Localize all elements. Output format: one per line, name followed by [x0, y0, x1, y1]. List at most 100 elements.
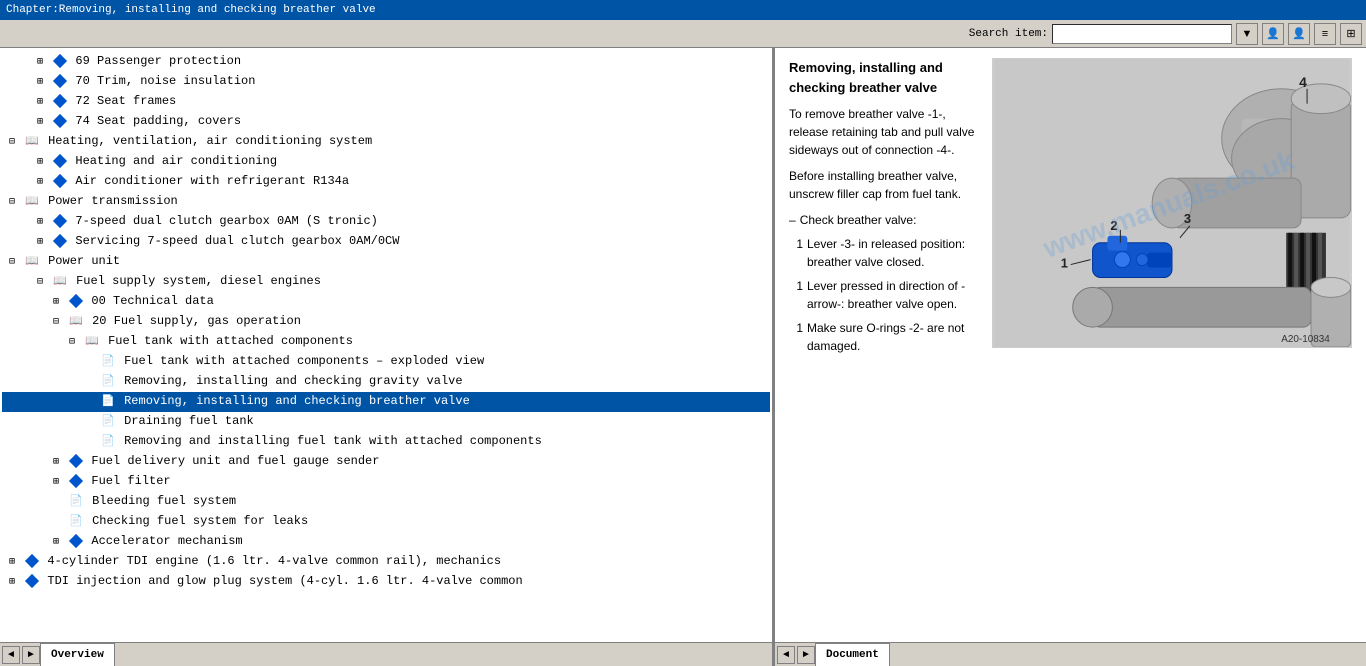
tree-item-draining[interactable]: 📄 Draining fuel tank: [2, 412, 770, 432]
expander-fuelsupply[interactable]: ⊟: [34, 274, 46, 292]
step-text-1: Lever -3- in released position: breather…: [807, 235, 982, 271]
toolbar-user-btn1[interactable]: 👤: [1262, 23, 1284, 45]
expander-accelerator[interactable]: ⊞: [50, 534, 62, 552]
doc-icon-remove-tank: 📄: [101, 433, 115, 451]
tree-label-69: 69 Passenger protection: [75, 54, 241, 68]
expander-filter[interactable]: ⊞: [50, 474, 62, 492]
expander-powerunit[interactable]: ⊟: [6, 254, 18, 272]
tree-label-draining: Draining fuel tank: [124, 414, 254, 428]
expander-delivery[interactable]: ⊞: [50, 454, 62, 472]
overview-tab[interactable]: Overview: [40, 643, 115, 666]
expander-4cyl[interactable]: ⊞: [6, 554, 18, 572]
tree-item-breather[interactable]: 📄 Removing, installing and checking brea…: [2, 392, 770, 412]
tree-item-heating[interactable]: ⊞ Heating and air conditioning: [2, 152, 770, 172]
tree-item-aircon[interactable]: ⊞ Air conditioner with refrigerant R134a: [2, 172, 770, 192]
doc-icon-gravity: 📄: [101, 373, 115, 391]
tree-label-4cyl: 4-cylinder TDI engine (1.6 ltr. 4-valve …: [47, 554, 501, 568]
tree-item-filter[interactable]: ⊞ Fuel filter: [2, 472, 770, 492]
tree-label-fueltank-group: Fuel tank with attached components: [108, 334, 353, 348]
toolbar-menu-btn1[interactable]: ≡: [1314, 23, 1336, 45]
tree-label-fuelsupply: Fuel supply system, diesel engines: [76, 274, 321, 288]
tree-label-breather: Removing, installing and checking breath…: [124, 394, 470, 408]
tree-label-72: 72 Seat frames: [75, 94, 176, 108]
toolbar: Search item: ▼ 👤 👤 ≡ ⊞: [0, 20, 1366, 48]
tree-item-gravity[interactable]: 📄 Removing, installing and checking grav…: [2, 372, 770, 392]
expander-hvac[interactable]: ⊟: [6, 134, 18, 152]
nav-right-btn[interactable]: ►: [22, 646, 40, 664]
nav-doc-right-btn[interactable]: ►: [797, 646, 815, 664]
tree-item-delivery[interactable]: ⊞ Fuel delivery unit and fuel gauge send…: [2, 452, 770, 472]
tree-label-gravity: Removing, installing and checking gravit…: [124, 374, 462, 388]
tree-label-remove-tank: Removing and installing fuel tank with a…: [124, 434, 542, 448]
expander-gearbox2[interactable]: ⊞: [34, 234, 46, 252]
tree-item-74[interactable]: ⊞ 74 Seat padding, covers: [2, 112, 770, 132]
tree-label-checking: Checking fuel system for leaks: [92, 514, 308, 528]
tree-item-fueltank-group[interactable]: ⊟ 📖 Fuel tank with attached components: [2, 332, 770, 352]
expander-tdi[interactable]: ⊞: [6, 574, 18, 592]
expander-powertrans[interactable]: ⊟: [6, 194, 18, 212]
tree-item-fuel20[interactable]: ⊟ 📖 20 Fuel supply, gas operation: [2, 312, 770, 332]
tree-container[interactable]: ⊞ 69 Passenger protection ⊞ 70 Trim, noi…: [0, 48, 772, 642]
tree-item-hvac[interactable]: ⊟ 📖 Heating, ventilation, air conditioni…: [2, 132, 770, 152]
expander-74[interactable]: ⊞: [34, 114, 46, 132]
tree-label-filter: Fuel filter: [91, 474, 170, 488]
tree-item-powerunit[interactable]: ⊟ 📖 Power unit: [2, 252, 770, 272]
tree-label-delivery: Fuel delivery unit and fuel gauge sender: [91, 454, 379, 468]
tree-item-techdata[interactable]: ⊞ 00 Technical data: [2, 292, 770, 312]
expander-bleeding: [50, 494, 62, 512]
tree-item-remove-tank[interactable]: 📄 Removing and installing fuel tank with…: [2, 432, 770, 452]
diamond-icon-aircon: [53, 174, 67, 188]
expander-techdata[interactable]: ⊞: [50, 294, 62, 312]
expander-heating[interactable]: ⊞: [34, 154, 46, 172]
svg-text:4: 4: [1299, 74, 1307, 90]
tree-item-gearbox2[interactable]: ⊞ Servicing 7-speed dual clutch gearbox …: [2, 232, 770, 252]
doc-step-3: 1 Make sure O-rings -2- are not damaged.: [789, 319, 982, 355]
book-icon-fuel20: 📖: [69, 313, 83, 331]
expander-70[interactable]: ⊞: [34, 74, 46, 92]
expander-fuel20[interactable]: ⊟: [50, 314, 62, 332]
doc-icon-bleeding: 📄: [69, 493, 83, 511]
toolbar-menu-btn2[interactable]: ⊞: [1340, 23, 1362, 45]
tree-item-exploded[interactable]: 📄 Fuel tank with attached components – e…: [2, 352, 770, 372]
tree-item-72[interactable]: ⊞ 72 Seat frames: [2, 92, 770, 112]
expander-breather: [82, 394, 94, 412]
tree-item-powertrans[interactable]: ⊟ 📖 Power transmission: [2, 192, 770, 212]
diamond-icon-69: [53, 54, 67, 68]
doc-icon-draining: 📄: [101, 413, 115, 431]
toolbar-dropdown-btn[interactable]: ▼: [1236, 23, 1258, 45]
diamond-icon-tdi: [25, 574, 39, 588]
tree-item-checking[interactable]: 📄 Checking fuel system for leaks: [2, 512, 770, 532]
tree-item-69[interactable]: ⊞ 69 Passenger protection: [2, 52, 770, 72]
tree-label-bleeding: Bleeding fuel system: [92, 494, 236, 508]
diamond-icon-70: [53, 74, 67, 88]
tree-item-bleeding[interactable]: 📄 Bleeding fuel system: [2, 492, 770, 512]
tree-item-accelerator[interactable]: ⊞ Accelerator mechanism: [2, 532, 770, 552]
tree-item-fuelsupply[interactable]: ⊟ 📖 Fuel supply system, diesel engines: [2, 272, 770, 292]
tree-label-techdata: 00 Technical data: [91, 294, 213, 308]
tree-item-tdi[interactable]: ⊞ TDI injection and glow plug system (4-…: [2, 572, 770, 592]
book-icon-powertrans: 📖: [25, 193, 39, 211]
doc-title: Removing, installing andchecking breathe…: [789, 58, 982, 97]
doc-para-before: Before installing breather valve, unscre…: [789, 167, 982, 203]
expander-69[interactable]: ⊞: [34, 54, 46, 72]
search-input[interactable]: [1052, 24, 1232, 44]
expander-aircon[interactable]: ⊞: [34, 174, 46, 192]
tree-item-70[interactable]: ⊞ 70 Trim, noise insulation: [2, 72, 770, 92]
nav-left-btn[interactable]: ◄: [2, 646, 20, 664]
doc-para-remove: To remove breather valve -1-, release re…: [789, 105, 982, 159]
diamond-icon-accelerator: [69, 534, 83, 548]
document-tab[interactable]: Document: [815, 643, 890, 666]
diamond-icon-delivery: [69, 454, 83, 468]
expander-gearbox1[interactable]: ⊞: [34, 214, 46, 232]
step-num-2: 1: [789, 277, 803, 313]
expander-fueltank-group[interactable]: ⊟: [66, 334, 78, 352]
tree-item-4cyl[interactable]: ⊞ 4-cylinder TDI engine (1.6 ltr. 4-valv…: [2, 552, 770, 572]
nav-doc-left-btn[interactable]: ◄: [777, 646, 795, 664]
status-left: ◄ ► Overview: [0, 643, 775, 666]
doc-text-area: Removing, installing andchecking breathe…: [789, 58, 982, 361]
toolbar-user-btn2[interactable]: 👤: [1288, 23, 1310, 45]
expander-72[interactable]: ⊞: [34, 94, 46, 112]
tree-item-gearbox1[interactable]: ⊞ 7-speed dual clutch gearbox 0AM (S tro…: [2, 212, 770, 232]
step-text-2: Lever pressed in direction of -arrow-: b…: [807, 277, 982, 313]
diamond-icon-72: [53, 94, 67, 108]
